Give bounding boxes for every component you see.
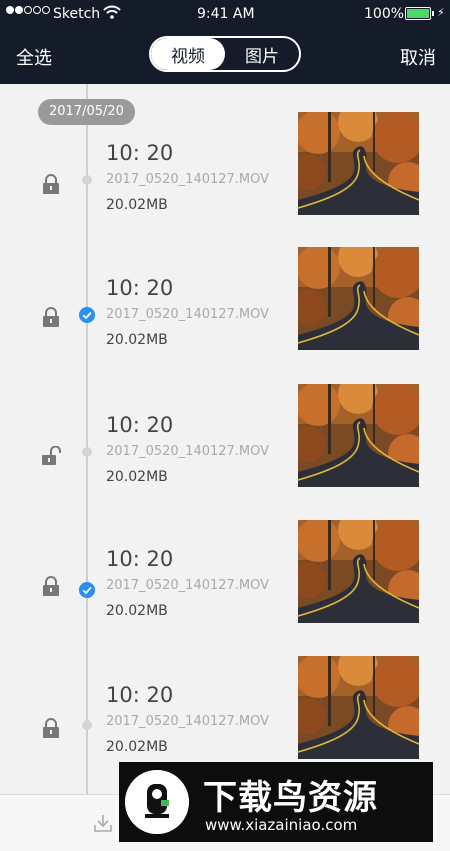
lock-icon[interactable] — [42, 576, 60, 596]
lock-icon[interactable] — [42, 174, 60, 194]
clip-size: 20.02MB — [106, 332, 168, 348]
clip-filename: 2017_0520_140127.MOV — [106, 307, 270, 322]
timeline-dot[interactable] — [82, 175, 92, 185]
selected-check-icon[interactable] — [79, 307, 95, 323]
clip-time: 10: 20 — [106, 413, 174, 437]
video-thumbnail[interactable] — [298, 520, 419, 623]
watermark-url: www.xiazainiao.com — [205, 816, 358, 834]
clip-filename: 2017_0520_140127.MOV — [106, 714, 270, 729]
list-item[interactable]: 10: 20 2017_0520_140127.MOV 20.02MB — [0, 664, 450, 774]
video-thumbnail[interactable] — [298, 656, 419, 759]
cancel-button[interactable]: 取消 — [400, 44, 436, 70]
clip-time: 10: 20 — [106, 683, 174, 707]
list-item[interactable]: 10: 20 2017_0520_140127.MOV 20.02MB — [0, 528, 450, 638]
selected-check-icon[interactable] — [79, 582, 95, 598]
list-item[interactable]: 10: 20 2017_0520_140127.MOV 20.02MB — [0, 392, 450, 502]
status-bar: Sketch 9:41 AM 100% ⚡ — [0, 0, 450, 28]
lock-icon[interactable] — [42, 718, 60, 738]
battery-percentage: 100% — [364, 6, 405, 22]
watermark-title: 下载鸟资源 — [203, 778, 378, 818]
status-time: 9:41 AM — [197, 6, 255, 22]
media-type-segmented-control: 视频 图片 — [149, 36, 301, 72]
clip-time: 10: 20 — [106, 276, 174, 300]
top-bar: Sketch 9:41 AM 100% ⚡ 全选 视频 图片 取消 — [0, 0, 450, 84]
select-all-button[interactable]: 全选 — [16, 44, 52, 70]
wifi-icon — [103, 5, 121, 19]
clip-size: 20.02MB — [106, 603, 168, 619]
tab-video[interactable]: 视频 — [151, 38, 225, 70]
tab-photo[interactable]: 图片 — [225, 38, 299, 70]
list-item[interactable]: 10: 20 2017_0520_140127.MOV 20.02MB — [0, 255, 450, 365]
video-thumbnail[interactable] — [298, 384, 419, 487]
timeline-dot[interactable] — [82, 447, 92, 457]
lock-icon[interactable] — [42, 307, 60, 327]
clip-time: 10: 20 — [106, 547, 174, 571]
clip-filename: 2017_0520_140127.MOV — [106, 578, 270, 593]
video-thumbnail[interactable] — [298, 112, 419, 215]
watermark-banner: 下载鸟资源 www.xiazainiao.com — [119, 762, 433, 842]
video-thumbnail[interactable] — [298, 247, 419, 350]
bird-logo-icon — [125, 770, 189, 834]
battery-icon — [405, 7, 434, 20]
unlock-icon[interactable] — [41, 446, 61, 466]
clip-size: 20.02MB — [106, 469, 168, 485]
charging-icon: ⚡ — [437, 6, 445, 19]
clip-time: 10: 20 — [106, 141, 174, 165]
clip-filename: 2017_0520_140127.MOV — [106, 172, 270, 187]
list-item[interactable]: 10: 20 2017_0520_140127.MOV 20.02MB — [0, 120, 450, 230]
carrier-name: Sketch — [53, 6, 101, 22]
download-icon[interactable] — [93, 813, 113, 833]
clip-size: 20.02MB — [106, 197, 168, 213]
timeline-dot[interactable] — [82, 720, 92, 730]
signal-strength-icon — [6, 6, 50, 14]
clip-size: 20.02MB — [106, 739, 168, 755]
clip-filename: 2017_0520_140127.MOV — [106, 444, 270, 459]
